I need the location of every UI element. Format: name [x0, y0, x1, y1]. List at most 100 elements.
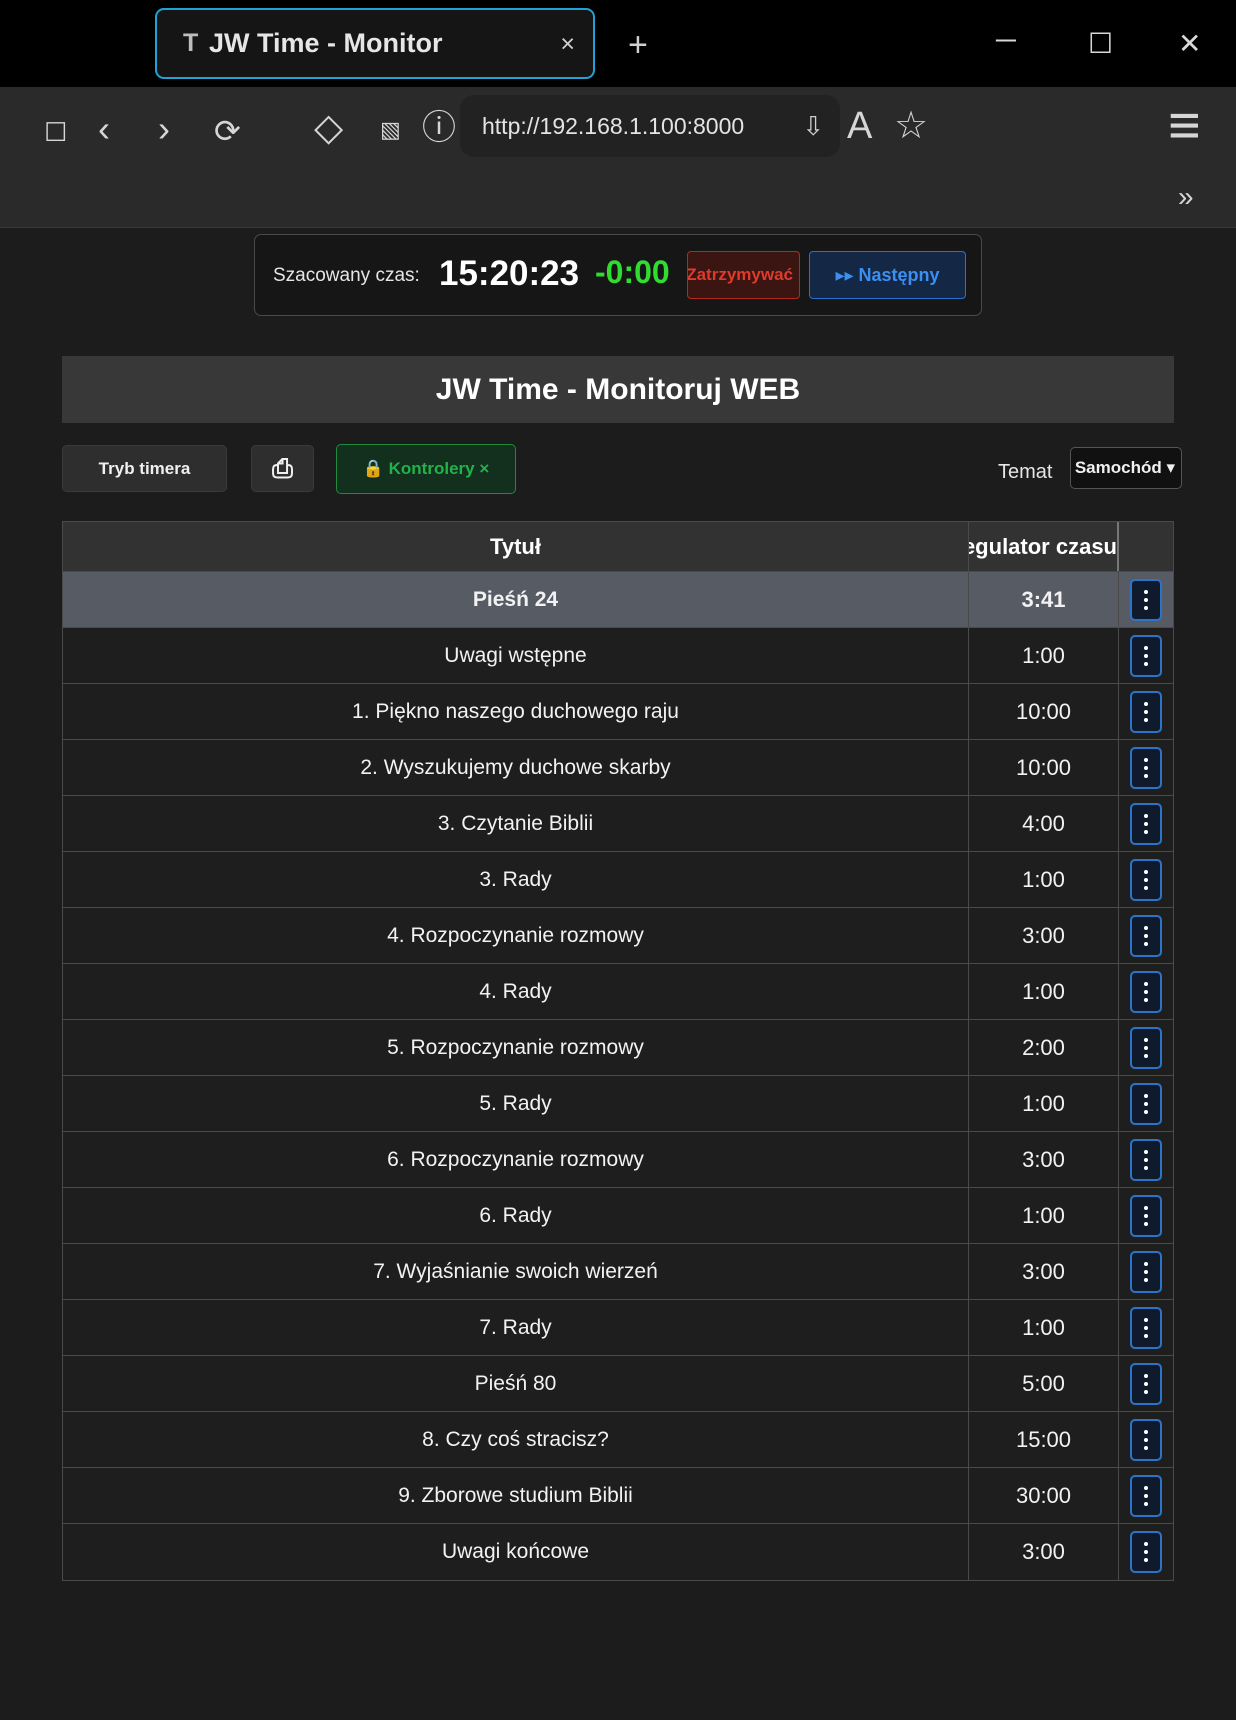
- dot: [1144, 1333, 1148, 1338]
- reader-mode-icon[interactable]: ▧: [380, 119, 401, 141]
- row-menu-button[interactable]: [1130, 1418, 1162, 1461]
- address-bar[interactable]: http://192.168.1.100:8000 ⇩: [460, 95, 840, 157]
- diamond-icon[interactable]: ◇: [314, 109, 343, 147]
- table-row[interactable]: 2. Wyszukujemy duchowe skarby 10:00: [63, 740, 1173, 796]
- row-menu-button[interactable]: [1130, 1362, 1162, 1405]
- table-row[interactable]: Pieśń 24 3:41: [63, 572, 1173, 628]
- more-tools-icon[interactable]: »: [1178, 183, 1194, 211]
- dot: [1144, 1493, 1148, 1498]
- row-time: 1:00: [969, 852, 1119, 907]
- timer-mode-label: Tryb timera: [98, 458, 191, 478]
- table-row[interactable]: 9. Zborowe studium Biblii 30:00: [63, 1468, 1173, 1524]
- menu-icon[interactable]: ≡: [1168, 97, 1201, 153]
- row-menu-button[interactable]: [1130, 1082, 1162, 1125]
- row-menu-button[interactable]: [1130, 1306, 1162, 1349]
- dot: [1144, 989, 1148, 994]
- table-row[interactable]: 4. Rady 1:00: [63, 964, 1173, 1020]
- row-actions-cell: [1119, 908, 1173, 963]
- new-tab-button[interactable]: +: [628, 28, 648, 62]
- table-row[interactable]: 6. Rady 1:00: [63, 1188, 1173, 1244]
- url-text[interactable]: http://192.168.1.100:8000: [482, 113, 744, 140]
- row-menu-button[interactable]: [1130, 1531, 1162, 1573]
- table-row[interactable]: 4. Rozpoczynanie rozmowy 3:00: [63, 908, 1173, 964]
- dot: [1144, 869, 1148, 874]
- dot: [1144, 981, 1148, 986]
- table-row[interactable]: 6. Rozpoczynanie rozmowy 3:00: [63, 1132, 1173, 1188]
- row-time: 1:00: [969, 964, 1119, 1019]
- row-title: Pieśń 80: [63, 1356, 969, 1411]
- row-menu-button[interactable]: [1130, 634, 1162, 677]
- back-icon[interactable]: ‹: [98, 111, 110, 147]
- dot: [1144, 829, 1148, 834]
- window-titlebar: T JW Time - Monitor × + ─ ☐ ✕: [0, 0, 1236, 87]
- row-menu-button[interactable]: [1130, 1250, 1162, 1293]
- dot: [1144, 1558, 1148, 1562]
- minimize-button[interactable]: ─: [996, 26, 1016, 54]
- reload-icon[interactable]: ⟳: [214, 115, 241, 147]
- forward-icon[interactable]: ›: [158, 111, 170, 147]
- tab-close-icon[interactable]: ×: [560, 30, 575, 59]
- table-row[interactable]: 5. Rady 1:00: [63, 1076, 1173, 1132]
- print-icon: ⎙: [272, 452, 293, 483]
- row-menu-button[interactable]: [1130, 746, 1162, 789]
- dot: [1144, 589, 1148, 594]
- row-menu-button[interactable]: [1130, 1474, 1162, 1517]
- dot: [1144, 597, 1148, 602]
- table-row[interactable]: 5. Rozpoczynanie rozmowy 2:00: [63, 1020, 1173, 1076]
- sidebar-toggle-icon[interactable]: ☐: [44, 119, 67, 145]
- table-row[interactable]: Pieśń 80 5:00: [63, 1356, 1173, 1412]
- table-row[interactable]: 1. Piękno naszego duchowego raju 10:00: [63, 684, 1173, 740]
- dot: [1144, 605, 1148, 610]
- row-menu-button[interactable]: [1130, 578, 1162, 621]
- download-icon[interactable]: ⇩: [802, 111, 824, 142]
- dot: [1144, 885, 1148, 890]
- row-time: 2:00: [969, 1020, 1119, 1075]
- row-menu-button[interactable]: [1130, 1194, 1162, 1237]
- row-menu-button[interactable]: [1130, 858, 1162, 901]
- dot: [1144, 1550, 1148, 1554]
- theme-select[interactable]: Samochód ▾: [1070, 447, 1182, 489]
- row-actions-cell: [1119, 1524, 1173, 1580]
- row-menu-button[interactable]: [1130, 914, 1162, 957]
- row-menu-button[interactable]: [1130, 690, 1162, 733]
- timer-mode-button[interactable]: Tryb timera: [62, 445, 227, 492]
- maximize-button[interactable]: ☐: [1088, 30, 1113, 58]
- dot: [1144, 1261, 1148, 1266]
- row-time: 15:00: [969, 1412, 1119, 1467]
- tab-favicon-icon: T: [183, 29, 199, 57]
- row-time: 1:00: [969, 1300, 1119, 1355]
- table-row[interactable]: 3. Rady 1:00: [63, 852, 1173, 908]
- theme-value: Samochód ▾: [1074, 458, 1175, 477]
- close-window-button[interactable]: ✕: [1178, 30, 1201, 58]
- text-size-icon[interactable]: A: [847, 107, 872, 145]
- controllers-button[interactable]: 🔒 Kontrolery ×: [336, 444, 516, 494]
- stop-button[interactable]: Zatrzymywać: [687, 251, 800, 299]
- bookmark-star-icon[interactable]: ☆: [894, 107, 928, 145]
- row-menu-button[interactable]: [1130, 1138, 1162, 1181]
- table-row[interactable]: 8. Czy coś stracisz? 15:00: [63, 1412, 1173, 1468]
- table-row[interactable]: Uwagi końcowe 3:00: [63, 1524, 1173, 1580]
- table-row[interactable]: 7. Rady 1:00: [63, 1300, 1173, 1356]
- dot: [1144, 1149, 1148, 1154]
- column-header-time-label: Regulator czasu: [969, 533, 1117, 559]
- row-menu-button[interactable]: [1130, 1026, 1162, 1069]
- site-info-icon[interactable]: ⓘ: [422, 111, 456, 145]
- row-title: 4. Rady: [63, 964, 969, 1019]
- table-row[interactable]: 7. Wyjaśnianie swoich wierzeń 3:00: [63, 1244, 1173, 1300]
- next-button[interactable]: ▸▸ Następny: [809, 251, 966, 299]
- browser-tab[interactable]: T JW Time - Monitor ×: [155, 8, 595, 79]
- row-menu-button[interactable]: [1130, 802, 1162, 845]
- table-row[interactable]: 3. Czytanie Biblii 4:00: [63, 796, 1173, 852]
- row-title: Uwagi końcowe: [63, 1524, 969, 1580]
- dot: [1144, 941, 1148, 946]
- row-title: 5. Rozpoczynanie rozmowy: [63, 1020, 969, 1075]
- dot: [1144, 1093, 1148, 1098]
- dot: [1144, 1437, 1148, 1442]
- print-button[interactable]: ⎙: [251, 445, 314, 492]
- row-time: 1:00: [969, 1188, 1119, 1243]
- row-time: 3:00: [969, 1132, 1119, 1187]
- dot: [1144, 1373, 1148, 1378]
- dot: [1144, 1381, 1148, 1386]
- table-row[interactable]: Uwagi wstępne 1:00: [63, 628, 1173, 684]
- row-menu-button[interactable]: [1130, 970, 1162, 1013]
